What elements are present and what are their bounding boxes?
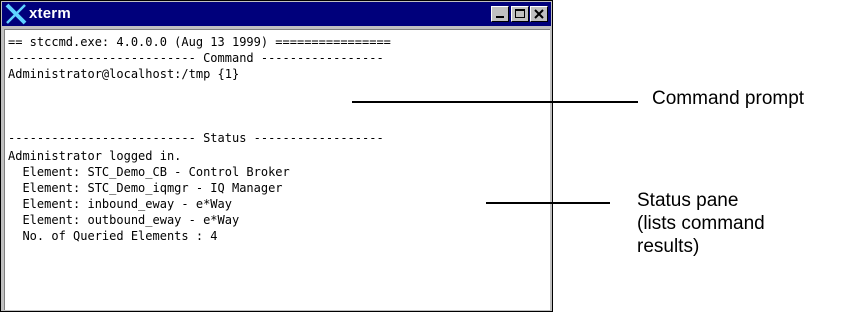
status-pane-callout-line <box>486 202 610 204</box>
command-separator: -------------------------- Command -----… <box>8 51 384 65</box>
status-line: No. of Queried Elements : 4 <box>8 229 218 243</box>
xterm-window: xterm == stccmd.exe: 4.0.0.0 (Aug 13 199… <box>0 0 553 312</box>
maximize-icon <box>515 9 525 18</box>
status-line: Element: STC_Demo_CB - Control Broker <box>8 165 290 179</box>
status-line: Element: inbound_eway - e*Way <box>8 197 232 211</box>
command-prompt-callout: Command prompt <box>652 88 805 109</box>
minimize-button[interactable] <box>491 6 509 22</box>
title-bar[interactable]: xterm <box>2 2 551 26</box>
command-prompt-callout-line <box>352 101 638 103</box>
command-prompt[interactable]: Administrator@localhost:/tmp {1} <box>8 66 239 82</box>
close-icon <box>534 9 544 19</box>
window-title: xterm <box>29 5 71 22</box>
status-pane-callout: Status pane (lists command results) <box>637 190 765 257</box>
status-line: Element: STC_Demo_iqmgr - IQ Manager <box>8 181 283 195</box>
minimize-icon <box>496 16 504 18</box>
maximize-button[interactable] <box>511 6 529 22</box>
status-line: Element: outbound_eway - e*Way <box>8 213 240 227</box>
status-separator: -------------------------- Status ------… <box>8 131 384 145</box>
terminal-pane[interactable]: == stccmd.exe: 4.0.0.0 (Aug 13 1999) ===… <box>4 29 550 310</box>
close-button[interactable] <box>530 6 548 22</box>
terminal-header-line: == stccmd.exe: 4.0.0.0 (Aug 13 1999) ===… <box>8 35 391 49</box>
status-line: Administrator logged in. <box>8 149 182 163</box>
xterm-x-icon <box>5 3 27 25</box>
